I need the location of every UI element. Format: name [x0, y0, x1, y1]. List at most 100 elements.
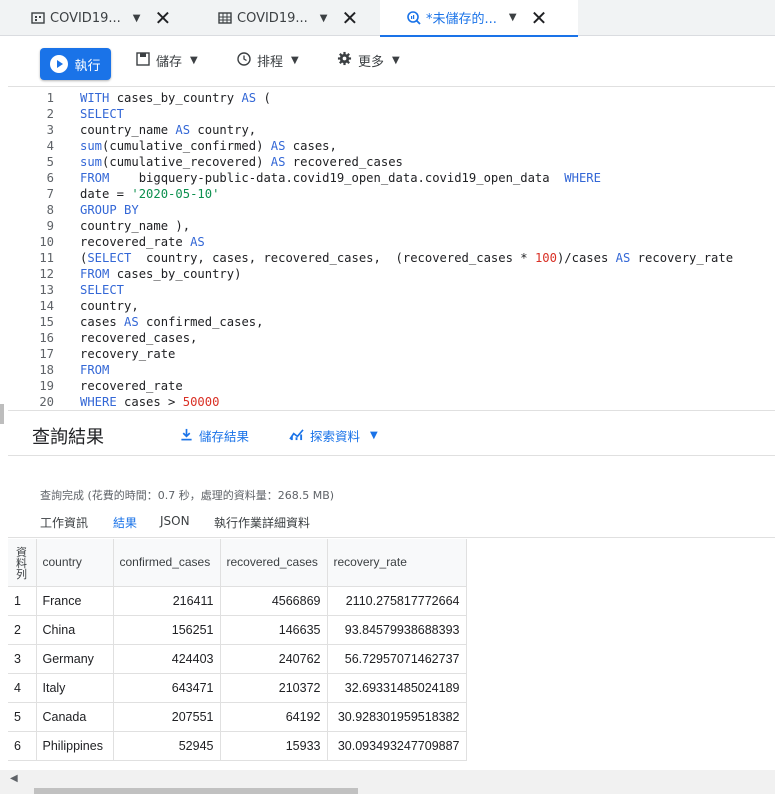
chevron-down-icon: ▼	[370, 430, 378, 441]
query-toolbar: 執行 儲存 ▼ 排程 ▼ 更多 ▼	[8, 37, 775, 87]
code-text: country_name AS country,	[80, 123, 257, 137]
code-text: SELECT	[80, 283, 125, 297]
line-number: 12	[39, 267, 54, 281]
country-cell: Italy	[36, 673, 114, 703]
code-text: (SELECT country, cases, recovered_cases,…	[80, 251, 734, 265]
results-table: 資料列 country confirmed_cases recovered_ca…	[8, 539, 775, 761]
recovery-rate-cell: 56.72957071462737	[327, 644, 467, 674]
explore-data-button[interactable]: 探索資料 ▼	[289, 426, 378, 445]
table-row[interactable]: 6 Philippines 52945 15933 30.093493247709887	[8, 731, 467, 761]
table-row[interactable]: 2 China 156251 146635 93.84579938688393	[8, 615, 467, 645]
country-cell: Germany	[36, 644, 114, 674]
save-results-button[interactable]: 儲存結果	[180, 426, 249, 445]
confirmed-cases-cell: 207551	[113, 702, 221, 732]
sql-editor[interactable]: 1 WITH cases_by_country AS (2 SELECT 3 count…	[8, 88, 775, 410]
row-number-cell: 4	[8, 673, 37, 703]
horizontal-scrollbar[interactable]: ◀	[0, 770, 775, 794]
chevron-down-icon[interactable]: ▼	[509, 12, 517, 23]
code-text: sum(cumulative_recovered) AS recovered_c…	[80, 155, 403, 169]
column-header-recovered-cases[interactable]: recovered_cases	[220, 539, 328, 587]
recovered-cases-cell: 15933	[220, 731, 328, 761]
tab-job-info[interactable]: 工作資訊	[40, 514, 88, 539]
row-number-cell: 6	[8, 731, 37, 761]
line-number: 9	[46, 219, 54, 233]
query-icon	[406, 10, 422, 26]
country-cell: France	[36, 586, 114, 616]
table-row[interactable]: 1 France 216411 4566869 2110.275817772664	[8, 586, 467, 616]
confirmed-cases-cell: 52945	[113, 731, 221, 761]
recovered-cases-cell: 146635	[220, 615, 328, 645]
scrollbar-thumb[interactable]	[34, 788, 358, 794]
code-text: FROM cases_by_country)	[80, 267, 242, 281]
recovery-rate-cell: 93.84579938688393	[327, 615, 467, 645]
close-icon[interactable]: ✕	[531, 8, 548, 28]
code-text: recovery_rate	[80, 347, 176, 361]
line-number: 4	[46, 139, 54, 153]
line-number: 20	[39, 395, 54, 409]
column-header-country[interactable]: country	[36, 539, 114, 587]
tab-table[interactable]: COVID19... ▼ ✕	[217, 0, 367, 36]
chevron-down-icon[interactable]: ▼	[133, 13, 141, 24]
save-button[interactable]: 儲存 ▼	[136, 51, 198, 70]
code-text: WITH cases_by_country AS (	[80, 91, 271, 105]
code-text: sum(cumulative_confirmed) AS cases,	[80, 139, 337, 153]
line-number: 10	[39, 235, 54, 249]
tab-label: *未儲存的...	[426, 12, 497, 27]
table-row[interactable]: 5 Canada 207551 64192 30.928301959518382	[8, 702, 467, 732]
country-cell: China	[36, 615, 114, 645]
row-number-cell: 2	[8, 615, 37, 645]
code-text: cases AS confirmed_cases,	[80, 315, 264, 329]
line-number: 7	[46, 187, 54, 201]
recovered-cases-cell: 64192	[220, 702, 328, 732]
tab-dataset[interactable]: COVID19... ▼ ✕	[30, 0, 190, 36]
code-text: GROUP BY	[80, 203, 139, 217]
chevron-down-icon: ▼	[392, 55, 400, 66]
code-text: recovered_rate AS	[80, 235, 205, 249]
scroll-left-icon[interactable]: ◀	[10, 773, 18, 784]
tab-unsaved-query[interactable]: *未儲存的... ▼ ✕	[380, 0, 578, 37]
table-row[interactable]: 3 Germany 424403 240762 56.72957071462737	[8, 644, 467, 674]
code-text: FROM bigquery-public-data.covid19_open_d…	[80, 171, 601, 185]
clock-icon	[237, 51, 251, 70]
chevron-down-icon: ▼	[291, 55, 299, 66]
line-number: 18	[39, 363, 54, 377]
row-number-header: 資料列	[8, 539, 37, 587]
run-button[interactable]: 執行	[40, 48, 111, 80]
recovered-cases-cell: 240762	[220, 644, 328, 674]
column-header-confirmed-cases[interactable]: confirmed_cases	[113, 539, 221, 587]
chart-icon	[289, 428, 304, 444]
more-button[interactable]: 更多 ▼	[337, 51, 400, 70]
save-icon	[136, 51, 150, 70]
table-row[interactable]: 4 Italy 643471 210372 32.69331485024189	[8, 673, 467, 703]
schedule-label: 排程	[257, 55, 284, 70]
tab-execution-details[interactable]: 執行作業詳細資料	[214, 514, 310, 539]
tab-label: COVID19...	[237, 10, 308, 26]
confirmed-cases-cell: 643471	[113, 673, 221, 703]
chevron-down-icon[interactable]: ▼	[320, 13, 328, 24]
tab-results[interactable]: 結果	[113, 514, 138, 541]
recovered-cases-cell: 210372	[220, 673, 328, 703]
close-icon[interactable]: ✕	[154, 8, 171, 28]
column-header-recovery-rate[interactable]: recovery_rate	[327, 539, 467, 587]
code-text: country,	[80, 299, 139, 313]
results-title: 查詢結果	[32, 427, 104, 448]
line-number: 2	[46, 107, 54, 121]
tab-json[interactable]: JSON	[160, 514, 190, 536]
line-number: 5	[46, 155, 54, 169]
code-text: WHERE cases > 50000	[80, 395, 220, 409]
tab-bar: COVID19... ▼ ✕ COVID19... ▼ ✕ *未儲存的... ▼…	[0, 0, 775, 37]
code-text: FROM	[80, 363, 110, 377]
line-number: 19	[39, 379, 54, 393]
code-text: country_name ),	[80, 219, 191, 233]
line-number: 1	[46, 91, 54, 105]
query-status-text: 查詢完成 (花費的時間：0.7 秒，處理的資料量：268.5 MB)	[40, 489, 335, 502]
panel-resize-handle[interactable]	[0, 404, 4, 424]
schedule-button[interactable]: 排程 ▼	[237, 51, 299, 70]
close-icon[interactable]: ✕	[341, 8, 358, 28]
line-number: 11	[39, 251, 54, 265]
explore-label: 探索資料	[310, 429, 361, 444]
table-icon	[217, 10, 233, 26]
download-icon	[180, 428, 193, 444]
dataset-icon	[30, 10, 46, 26]
line-number: 15	[39, 315, 54, 329]
